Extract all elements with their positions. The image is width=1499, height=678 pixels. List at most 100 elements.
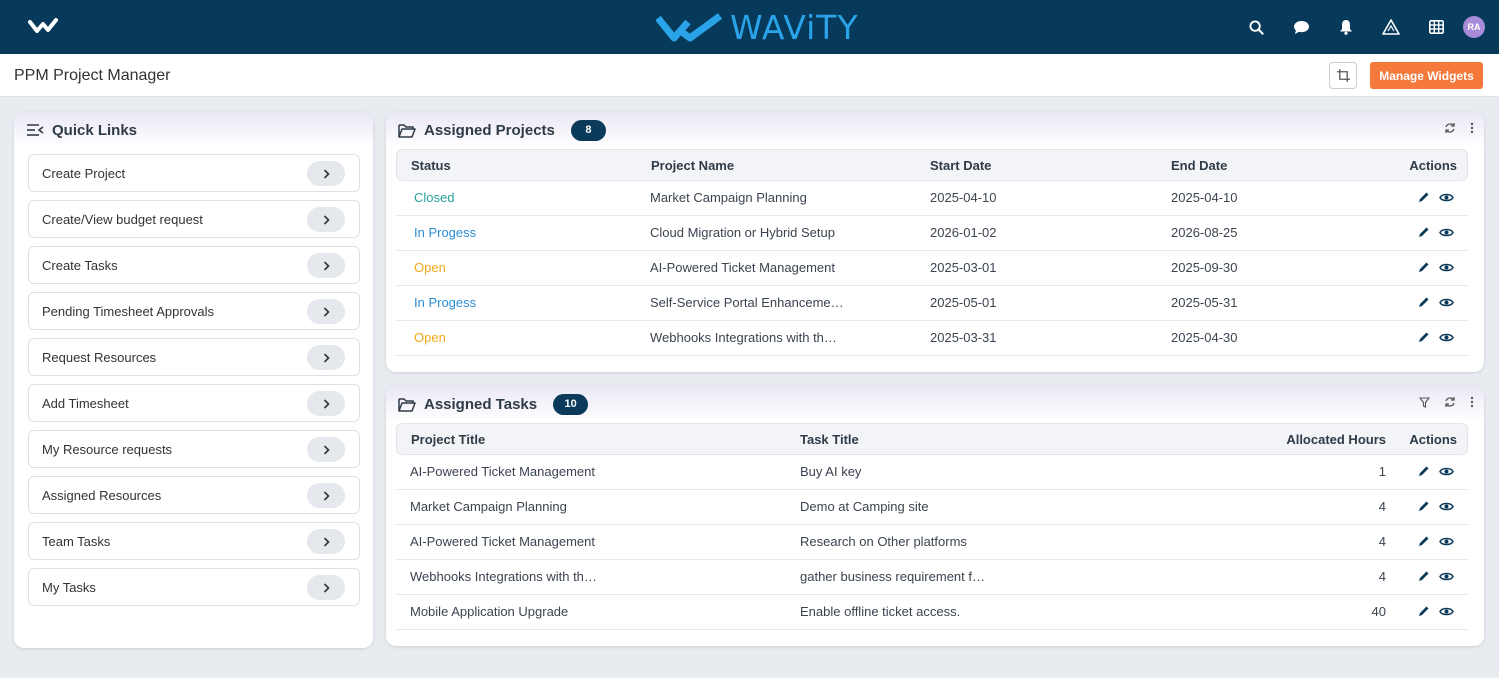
col-project-title[interactable]: Project Title: [411, 424, 485, 456]
chevron-right-icon[interactable]: [307, 575, 345, 600]
chevron-right-icon[interactable]: [307, 299, 345, 324]
quick-link-item[interactable]: Create Tasks: [28, 246, 360, 284]
allocated-hours: 40: [1371, 604, 1386, 619]
start-date: 2025-04-10: [930, 190, 997, 205]
table-row[interactable]: Webhooks Integrations with th… gather bus…: [396, 560, 1468, 595]
row-actions: [1409, 296, 1454, 308]
edit-icon[interactable]: [1418, 570, 1430, 582]
warning-icon[interactable]: [1377, 13, 1405, 41]
row-actions: [1409, 331, 1454, 343]
search-icon[interactable]: [1242, 13, 1270, 41]
table-row[interactable]: In Progess Cloud Migration or Hybrid Setu…: [396, 216, 1468, 251]
quick-link-item[interactable]: Team Tasks: [28, 522, 360, 560]
table-row[interactable]: Mobile Application Upgrade Enable offline…: [396, 595, 1468, 630]
quick-links-card: Quick Links Create Project Create/View bu…: [14, 112, 373, 648]
project-status: Open: [414, 330, 446, 345]
task-title: gather business requirement f…: [800, 569, 985, 584]
eye-icon[interactable]: [1439, 332, 1454, 343]
quick-link-label: Request Resources: [42, 349, 157, 365]
menu-collapse-icon[interactable]: [26, 123, 44, 137]
quick-link-item[interactable]: Pending Timesheet Approvals: [28, 292, 360, 330]
task-project-title: Mobile Application Upgrade: [410, 604, 569, 619]
wavity-mini-logo[interactable]: [28, 14, 58, 38]
table-row[interactable]: Open Webhooks Integrations with th… 2025-0…: [396, 321, 1468, 356]
chat-icon[interactable]: [1287, 13, 1315, 41]
project-name: AI-Powered Ticket Management: [650, 260, 835, 275]
bell-icon[interactable]: [1332, 13, 1360, 41]
brand-logo-mark: [656, 13, 723, 42]
eye-icon[interactable]: [1439, 501, 1454, 512]
table-row[interactable]: In Progess Self-Service Portal Enhanceme……: [396, 286, 1468, 321]
edit-icon[interactable]: [1418, 261, 1430, 273]
edit-icon[interactable]: [1418, 605, 1430, 617]
quick-link-item[interactable]: Create Project: [28, 154, 360, 192]
eye-icon[interactable]: [1439, 466, 1454, 477]
quick-link-label: My Resource requests: [42, 441, 173, 457]
assigned-projects-title: Assigned Projects: [424, 121, 555, 139]
col-actions: Actions: [1409, 432, 1457, 447]
refresh-icon[interactable]: [1444, 396, 1456, 408]
edit-icon[interactable]: [1418, 535, 1430, 547]
chevron-right-icon[interactable]: [307, 207, 345, 232]
edit-icon[interactable]: [1418, 500, 1430, 512]
assigned-projects-card: Assigned Projects 8 Status Project Name …: [386, 112, 1484, 372]
start-date: 2026-01-02: [930, 225, 997, 240]
table-row[interactable]: Open AI-Powered Ticket Management 2025-03-…: [396, 251, 1468, 286]
col-allocated-hours[interactable]: Allocated Hours: [1286, 424, 1386, 456]
chevron-right-icon[interactable]: [307, 161, 345, 186]
quick-link-item[interactable]: My Resource requests: [28, 430, 360, 468]
chevron-right-icon[interactable]: [307, 529, 345, 554]
top-navbar: WAViTY RA: [0, 0, 1499, 54]
edit-icon[interactable]: [1418, 465, 1430, 477]
col-end-date[interactable]: End Date: [1171, 150, 1227, 182]
chevron-right-icon[interactable]: [307, 483, 345, 508]
edit-icon[interactable]: [1418, 331, 1430, 343]
avatar[interactable]: RA: [1463, 16, 1485, 38]
eye-icon[interactable]: [1439, 297, 1454, 308]
col-status[interactable]: Status: [411, 150, 451, 182]
eye-icon[interactable]: [1439, 606, 1454, 617]
quick-link-item[interactable]: Add Timesheet: [28, 384, 360, 422]
projects-count-badge: 8: [570, 119, 606, 141]
chevron-right-icon[interactable]: [307, 437, 345, 462]
table-row[interactable]: Closed Market Campaign Planning 2025-04-10…: [396, 181, 1468, 216]
allocated-hours: 1: [1378, 464, 1386, 479]
refresh-icon[interactable]: [1444, 122, 1456, 134]
quick-link-label: Add Timesheet: [42, 395, 129, 411]
eye-icon[interactable]: [1439, 227, 1454, 238]
eye-icon[interactable]: [1439, 536, 1454, 547]
col-start-date[interactable]: Start Date: [930, 150, 991, 182]
quick-link-label: Create Project: [42, 165, 126, 181]
row-actions: [1409, 535, 1454, 547]
quick-link-item[interactable]: Create/View budget request: [28, 200, 360, 238]
col-project-name[interactable]: Project Name: [651, 150, 734, 182]
table-row[interactable]: Market Campaign Planning Demo at Camping …: [396, 490, 1468, 525]
more-options-icon[interactable]: [1470, 122, 1474, 134]
filter-icon[interactable]: [1419, 396, 1430, 408]
crop-button[interactable]: [1329, 62, 1357, 89]
eye-icon[interactable]: [1439, 571, 1454, 582]
brand-name: WAViTY: [730, 7, 859, 47]
chevron-right-icon[interactable]: [307, 391, 345, 416]
quick-link-item[interactable]: Assigned Resources: [28, 476, 360, 514]
edit-icon[interactable]: [1418, 296, 1430, 308]
edit-icon[interactable]: [1418, 191, 1430, 203]
edit-icon[interactable]: [1418, 226, 1430, 238]
quick-link-item[interactable]: My Tasks: [28, 568, 360, 606]
allocated-hours: 4: [1378, 569, 1386, 584]
col-task-title[interactable]: Task Title: [800, 424, 859, 456]
quick-links-header: Quick Links: [14, 112, 373, 148]
grid-icon[interactable]: [1422, 13, 1450, 41]
chevron-right-icon[interactable]: [307, 253, 345, 278]
chevron-right-icon[interactable]: [307, 345, 345, 370]
table-row[interactable]: AI-Powered Ticket Management Buy AI key 1: [396, 455, 1468, 490]
project-name: Market Campaign Planning: [650, 190, 807, 205]
more-options-icon[interactable]: [1470, 396, 1474, 408]
eye-icon[interactable]: [1439, 262, 1454, 273]
quick-link-item[interactable]: Request Resources: [28, 338, 360, 376]
manage-widgets-button[interactable]: Manage Widgets: [1370, 62, 1483, 89]
assigned-tasks-title: Assigned Tasks: [424, 395, 538, 413]
table-row[interactable]: AI-Powered Ticket Management Research on …: [396, 525, 1468, 560]
tasks-table: Project Title Task Title Allocated Hours…: [396, 423, 1468, 630]
eye-icon[interactable]: [1439, 192, 1454, 203]
